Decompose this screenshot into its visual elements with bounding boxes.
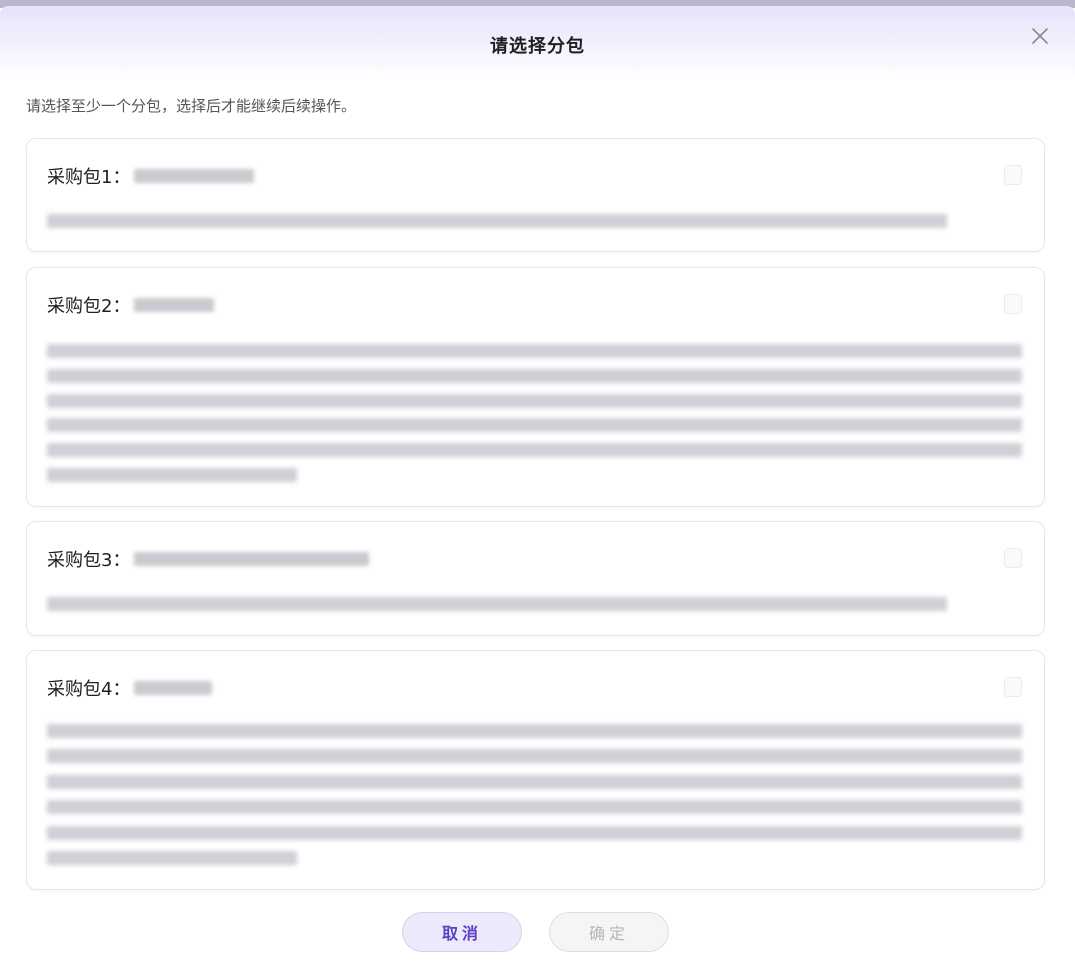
package-description-redacted [47,369,1022,383]
package-name-redacted [134,681,213,695]
cancel-button[interactable]: 取消 [402,912,522,952]
package-description-redacted [47,418,1022,432]
package-checkbox[interactable] [1004,165,1022,185]
package-title-row: 采购包1： [47,163,255,189]
package-description-redacted [47,344,1022,358]
package-title-row: 采购包2： [47,292,215,318]
package-name-redacted [134,298,215,312]
package-description-redacted [47,443,1022,457]
confirm-button[interactable]: 确定 [549,912,669,952]
package-card-2[interactable]: 采购包2： [26,267,1045,507]
package-label: 采购包3： [47,550,131,571]
package-checkbox[interactable] [1004,294,1022,314]
package-description-redacted [47,394,1022,408]
package-description-redacted [47,826,1022,840]
package-label: 采购包1： [47,167,131,188]
package-description-redacted [47,800,1022,814]
package-checkbox[interactable] [1004,677,1022,697]
package-description-redacted [47,749,1022,763]
package-description-redacted [47,851,297,865]
dialog-footer: 取消 确定 [0,912,1075,956]
package-description-redacted [47,468,297,482]
package-name-redacted [134,552,370,566]
package-card-3[interactable]: 采购包3： [26,521,1045,636]
package-label: 采购包4： [47,679,131,700]
package-card-4[interactable]: 采购包4： [26,650,1045,890]
package-description-redacted [47,724,1022,738]
dialog-title: 请选择分包 [490,36,585,57]
package-title-row: 采购包3： [47,546,370,572]
package-title-row: 采购包4： [47,675,213,701]
package-description-redacted [47,597,947,611]
package-card-1[interactable]: 采购包1： [26,138,1045,252]
package-description-redacted [47,214,947,228]
package-name-redacted [134,169,255,183]
package-description-redacted [47,775,1022,789]
package-checkbox[interactable] [1004,548,1022,568]
package-label: 采购包2： [47,296,131,317]
dialog-hint: 请选择至少一个分包，选择后才能继续后续操作。 [26,97,357,115]
close-button[interactable] [1028,24,1052,48]
close-icon [1032,28,1048,44]
select-package-dialog: 请选择分包 请选择至少一个分包，选择后才能继续后续操作。 采购包1： 采购包2： [0,0,1075,968]
